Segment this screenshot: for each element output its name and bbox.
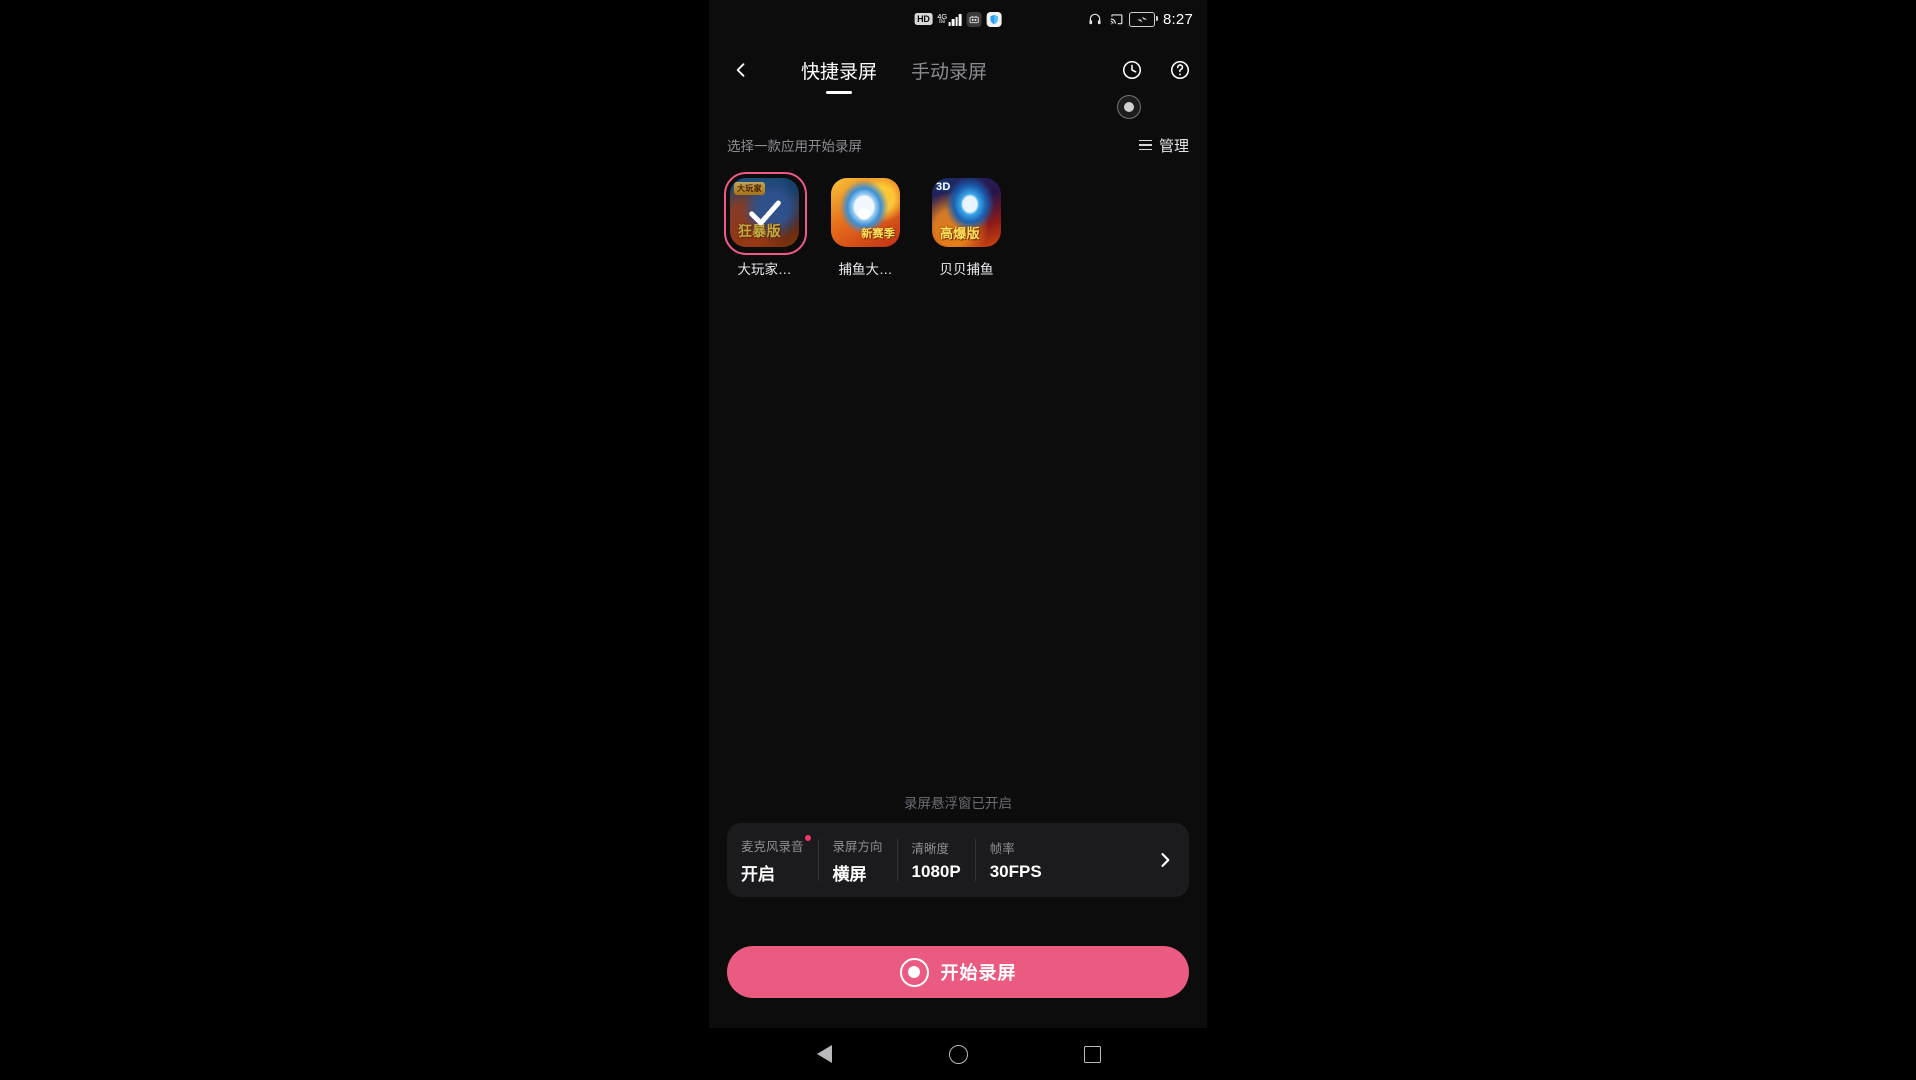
status-bar-right: 8:27 xyxy=(1087,11,1193,28)
nav-home-button[interactable] xyxy=(934,1030,982,1078)
floating-record-dot-center xyxy=(1124,102,1134,112)
signal-strength-bars xyxy=(948,14,962,26)
app-item-buyuda[interactable]: 新赛季 捕鱼大… xyxy=(828,178,903,278)
top-bar-actions xyxy=(1115,53,1197,87)
app-label: 大玩家… xyxy=(737,262,792,277)
floating-record-dot[interactable] xyxy=(1117,95,1141,119)
setting-label: 帧率 xyxy=(989,842,1015,856)
back-chevron-icon xyxy=(736,63,745,77)
app-item-dawanjia[interactable]: 大玩家 狂暴版 大玩家… xyxy=(724,172,807,278)
setting-value: 开启 xyxy=(741,864,775,884)
list-menu-icon xyxy=(1138,139,1152,151)
signal-bars-icon: 4G lte xyxy=(937,12,962,26)
app-icon-beibeibuyu: 3D 高爆版 xyxy=(932,178,1001,247)
section-header: 选择一款应用开始录屏 管理 xyxy=(709,132,1207,158)
system-navigation-bar xyxy=(709,1028,1207,1080)
setting-value: 横屏 xyxy=(832,864,867,884)
settings-more-button[interactable] xyxy=(1155,850,1185,870)
setting-key-text: 麦克风录音 xyxy=(741,839,804,854)
app-badge-bottom: 新赛季 xyxy=(861,228,895,240)
nav-recents-square-icon xyxy=(1083,1045,1101,1063)
app-item-beibeibuyu[interactable]: 3D 高爆版 贝贝捕鱼 xyxy=(929,178,1004,278)
nav-back-triangle-icon xyxy=(816,1045,832,1063)
status-bar: HD 4G lte 8:27 xyxy=(709,0,1207,38)
new-indicator-dot xyxy=(804,834,811,841)
setting-value: 1080P xyxy=(911,862,961,881)
record-circle-icon xyxy=(899,957,929,987)
setting-label: 录屏方向 xyxy=(832,839,883,854)
app-icon-wrap: 3D 高爆版 xyxy=(932,178,1001,247)
chevron-right-icon xyxy=(1161,853,1170,867)
manage-button[interactable]: 管理 xyxy=(1138,135,1189,156)
clock-history-icon xyxy=(1122,60,1142,80)
app-icon-wrap: 新赛季 xyxy=(831,178,900,247)
setting-resolution[interactable]: 清晰度 1080P xyxy=(896,839,975,881)
start-recording-button[interactable]: 开始录屏 xyxy=(727,946,1189,998)
app-badge-top: 3D xyxy=(936,181,951,193)
history-button[interactable] xyxy=(1115,53,1149,87)
headphones-icon xyxy=(1089,13,1101,25)
nav-recents-button[interactable] xyxy=(1068,1030,1116,1078)
tab-bar: 快捷录屏 手动录屏 xyxy=(801,44,987,96)
hd-badge-icon: HD xyxy=(914,13,933,25)
security-shield-icon xyxy=(986,11,1002,27)
manage-label: 管理 xyxy=(1158,137,1189,155)
setting-framerate[interactable]: 帧率 30FPS xyxy=(974,839,1056,881)
section-title: 选择一款应用开始录屏 xyxy=(727,139,862,154)
question-help-icon xyxy=(1170,60,1190,80)
help-button[interactable] xyxy=(1163,53,1197,87)
start-recording-label: 开始录屏 xyxy=(940,963,1017,983)
nav-home-circle-icon xyxy=(948,1044,968,1064)
setting-label: 清晰度 xyxy=(911,842,950,856)
network-sub-label: lte xyxy=(939,18,946,25)
recording-settings-bar: 麦克风录音 开启 录屏方向 横屏 清晰度 1080P 帧率 30FPS xyxy=(727,823,1189,897)
app-icon-buyuda: 新赛季 xyxy=(831,178,900,247)
app-icon-wrap: 大玩家 狂暴版 xyxy=(724,172,807,255)
screenshot-root: HD 4G lte 8:27 快捷录屏 手动录屏 选择一款应用开始录屏 管理 大… xyxy=(0,0,1916,1080)
app-label: 捕鱼大… xyxy=(838,262,893,277)
setting-value: 30FPS xyxy=(989,862,1042,881)
status-bar-center-icons: HD 4G lte xyxy=(914,11,1002,27)
app-label: 贝贝捕鱼 xyxy=(939,262,994,277)
app-badge-bottom: 高爆版 xyxy=(940,226,980,241)
app-notification-icon xyxy=(966,11,982,27)
screen-cast-icon xyxy=(1110,14,1123,25)
tab-quick-record[interactable]: 快捷录屏 xyxy=(801,44,877,96)
status-bar-clock: 8:27 xyxy=(1163,10,1193,28)
battery-charging-icon xyxy=(1129,11,1158,27)
tab-manual-record[interactable]: 手动录屏 xyxy=(911,44,987,96)
floating-window-hint: 录屏悬浮窗已开启 xyxy=(904,796,1012,811)
app-selected-check xyxy=(730,178,799,247)
back-button[interactable] xyxy=(721,50,761,90)
setting-orientation[interactable]: 录屏方向 横屏 xyxy=(817,839,897,884)
check-icon xyxy=(748,200,781,225)
app-grid: 大玩家 狂暴版 大玩家… 新赛季 捕鱼大… 3D 高爆版 贝贝捕鱼 xyxy=(724,172,1189,278)
phone-screen: HD 4G lte 8:27 快捷录屏 手动录屏 选择一款应用开始录屏 管理 大… xyxy=(709,0,1207,1080)
setting-label: 麦克风录音 xyxy=(741,834,811,855)
setting-microphone[interactable]: 麦克风录音 开启 xyxy=(727,834,818,884)
nav-back-button[interactable] xyxy=(800,1030,848,1078)
top-navigation-bar: 快捷录屏 手动录屏 xyxy=(709,44,1207,96)
